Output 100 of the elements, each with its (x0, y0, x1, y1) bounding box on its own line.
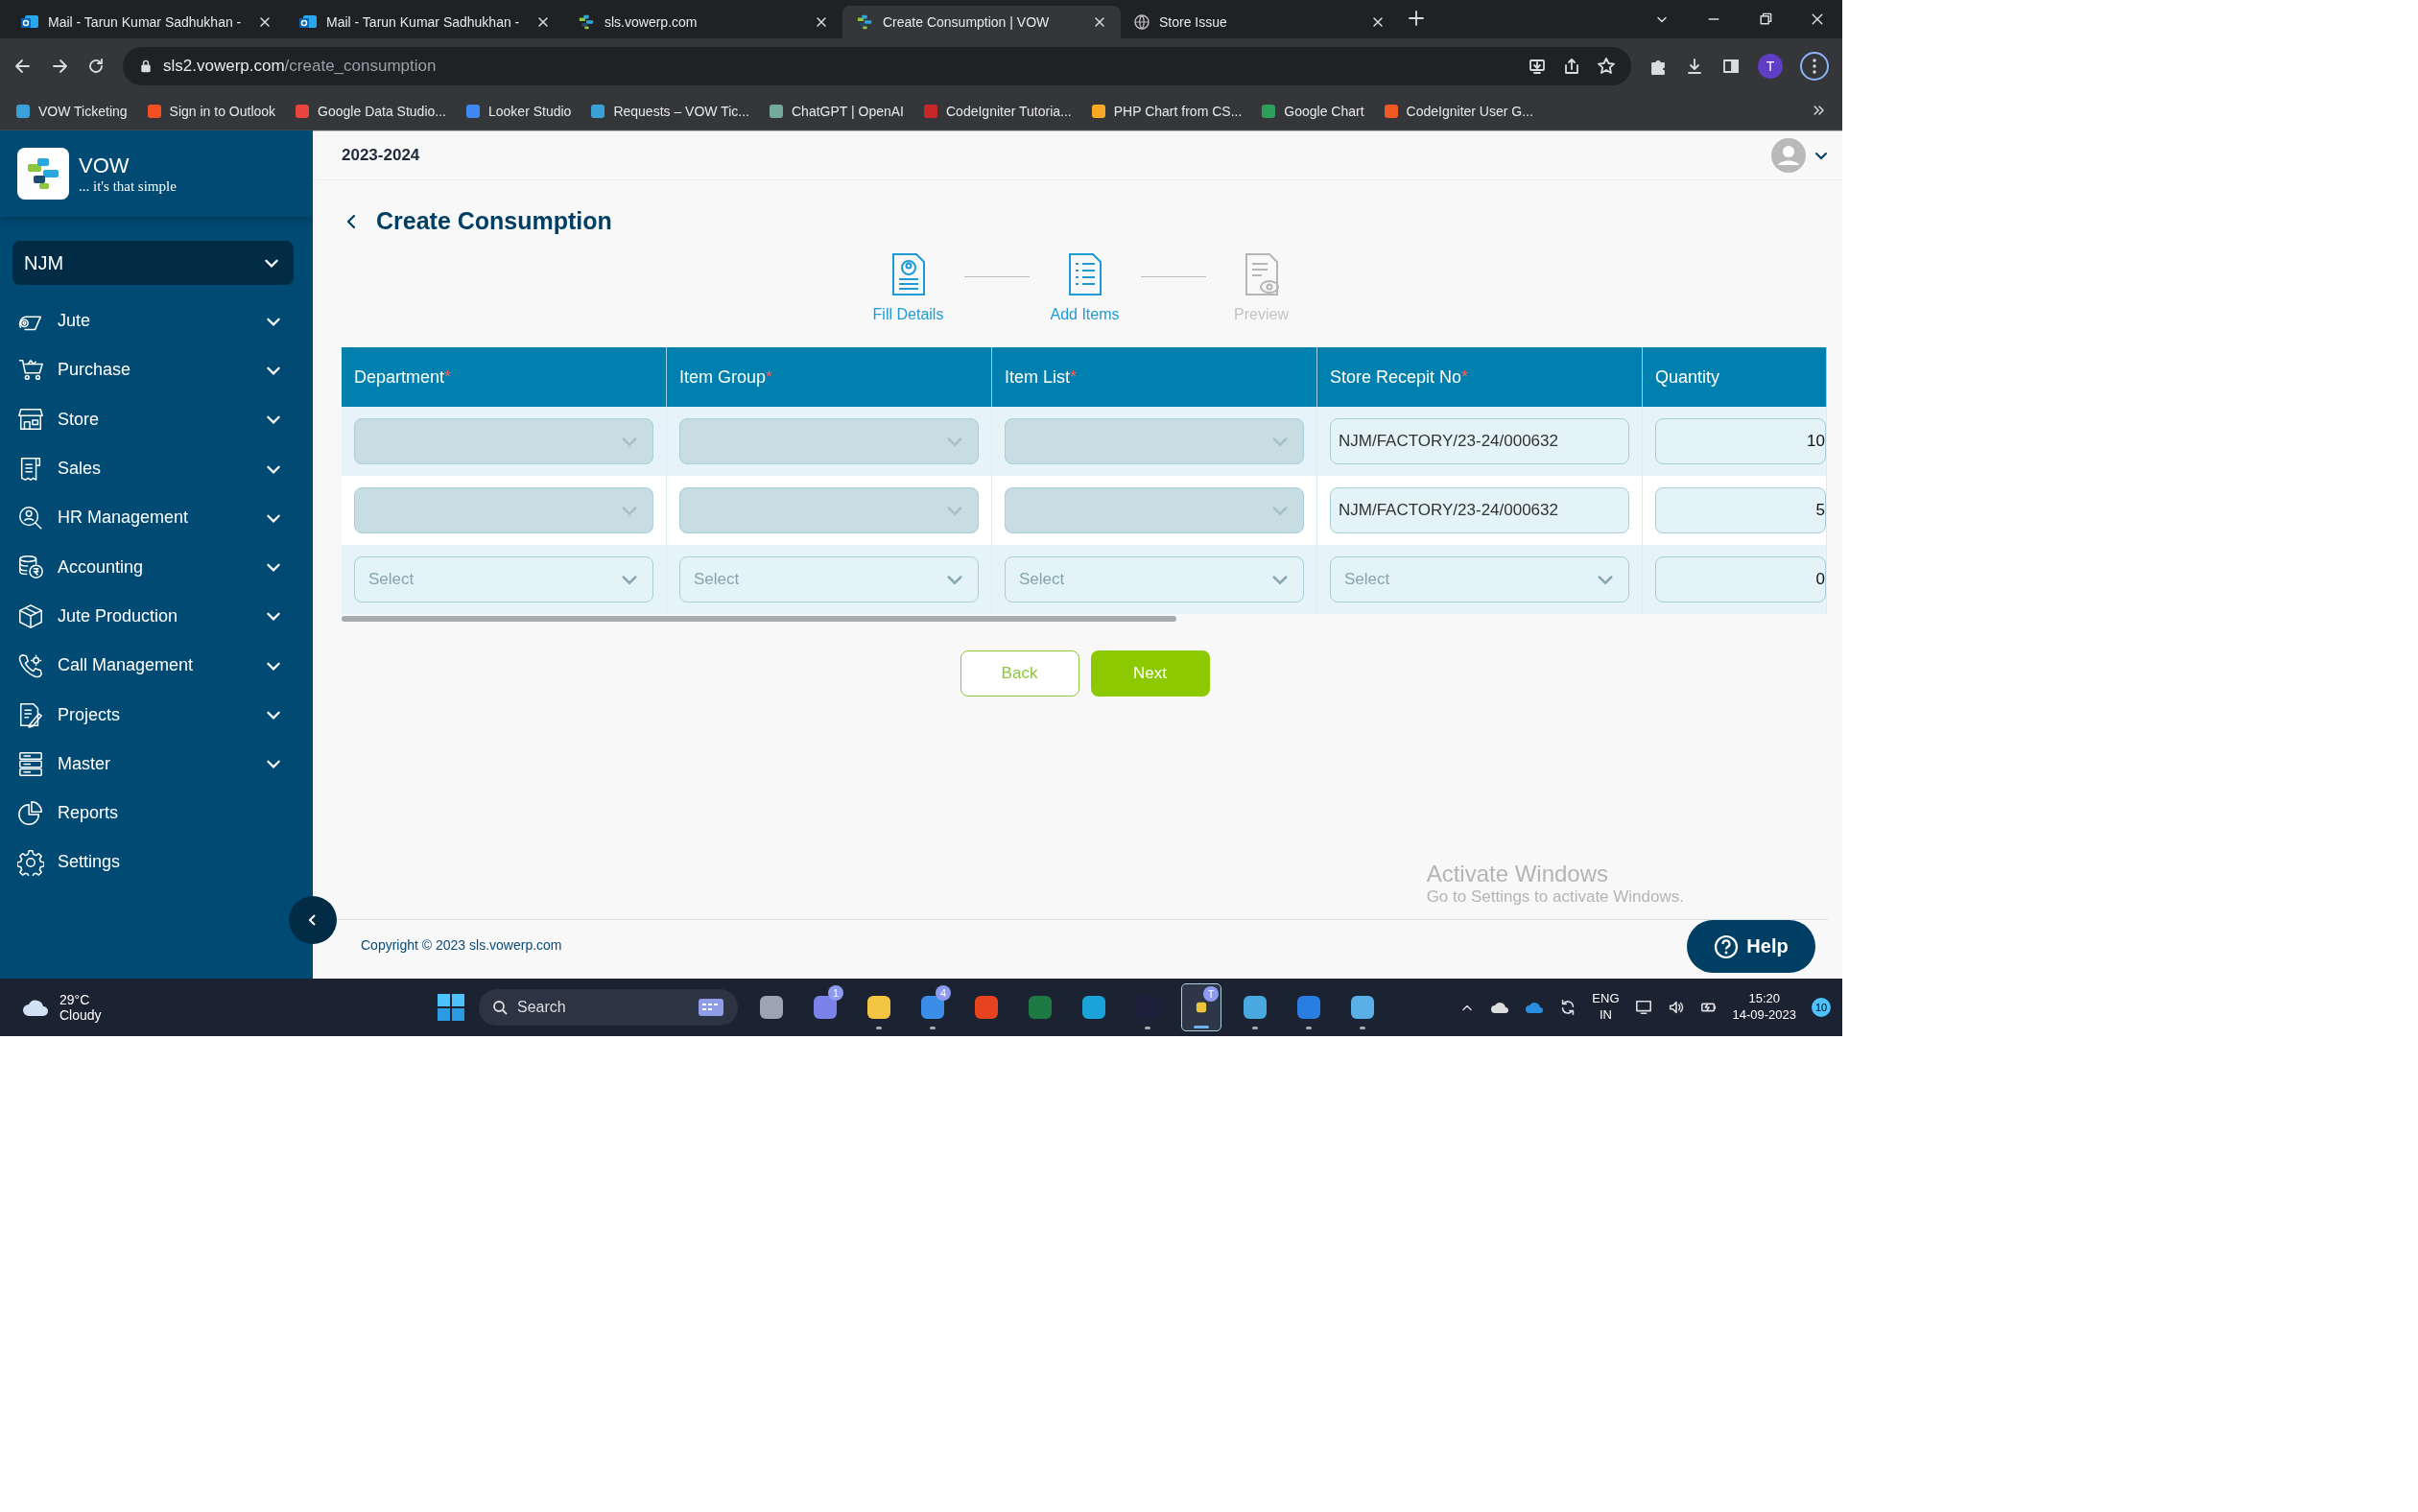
required-mark: * (1461, 366, 1469, 388)
search-icon (492, 1000, 508, 1015)
server-icon (17, 750, 44, 778)
required-mark: * (444, 366, 452, 388)
mail-icon (21, 14, 38, 30)
user-search-icon (17, 504, 44, 532)
notification-badge: 1 (828, 985, 843, 1001)
restore-icon[interactable] (1758, 12, 1773, 27)
help-button[interactable]: Help (1687, 920, 1815, 973)
browser-tab[interactable]: Create Consumption | VOW (842, 6, 1121, 38)
mail-icon (299, 14, 317, 30)
notification-count[interactable]: 10 (1812, 998, 1831, 1017)
logo-icon (578, 13, 595, 31)
logo-icon (856, 13, 873, 31)
coins-icon (17, 554, 44, 581)
column-header: Department* (342, 347, 667, 407)
step-label: Add Items (1050, 306, 1120, 323)
sidebar-item[interactable]: Accounting (0, 542, 313, 592)
column-header: Quantity (1643, 347, 1827, 407)
notification-badge: T (1203, 986, 1219, 1002)
bookmark[interactable]: Looker Studio (465, 104, 572, 119)
text-field[interactable]: NJM/FACTORY/23-24/000632 (1330, 418, 1629, 464)
cloud-icon (1525, 1001, 1545, 1014)
menu-icon[interactable] (1800, 51, 1829, 81)
sidebar-item[interactable]: Settings (0, 838, 313, 887)
cloud-icon (1490, 1001, 1510, 1014)
browser-tab[interactable]: Store Issue (1121, 6, 1399, 38)
sidebar-item[interactable]: Jute Production (0, 591, 313, 642)
sidebar-item[interactable]: Reports (0, 788, 313, 839)
column-header: Item Group* (667, 347, 992, 407)
bookmark[interactable]: ChatGPT | OpenAI (769, 104, 904, 119)
quantity-field[interactable]: 10 (1655, 418, 1826, 464)
bookmark[interactable]: CodeIgniter Tutoria... (923, 104, 1072, 119)
close-icon[interactable] (1370, 14, 1386, 30)
sidebar-item[interactable]: Projects (0, 690, 313, 740)
phone-icon (17, 651, 44, 679)
temperature: 29°C (59, 992, 91, 1007)
reload-icon[interactable] (86, 56, 106, 76)
sidebar-item[interactable]: Master (0, 739, 313, 789)
required-mark: * (1070, 366, 1078, 388)
close-icon[interactable] (1092, 14, 1107, 30)
profile-avatar[interactable]: T (1758, 53, 1783, 79)
sidebar-item[interactable]: Jute (0, 296, 313, 346)
box-icon (17, 602, 44, 630)
new-tab-icon[interactable] (1407, 8, 1426, 28)
quantity-field[interactable]: 5 (1655, 487, 1826, 533)
company-selector[interactable]: NJM (12, 241, 294, 285)
volume-icon[interactable] (1667, 999, 1685, 1016)
monitor-icon[interactable] (1634, 999, 1652, 1016)
address-bar[interactable]: sls2.vowerp.com/create_consumption (123, 46, 1631, 85)
settings-icon (17, 848, 44, 876)
lock-icon[interactable] (138, 58, 154, 74)
quantity-field[interactable]: 0 (1655, 556, 1826, 602)
globe-icon (1134, 14, 1150, 30)
close-icon[interactable] (257, 14, 273, 30)
text-field[interactable]: NJM/FACTORY/23-24/000632 (1330, 487, 1629, 533)
bookmark[interactable]: Requests – VOW Tic... (590, 104, 749, 119)
activation-title: Activate Windows (1426, 861, 1610, 887)
start-icon[interactable] (437, 993, 465, 1022)
input-language[interactable]: ENG IN (1592, 991, 1620, 1024)
bookmark[interactable]: VOW Ticketing (15, 104, 128, 119)
help-icon (1714, 933, 1740, 959)
bookmark[interactable]: CodeIgniter User G... (1383, 104, 1533, 119)
page-title: Create Consumption (376, 207, 612, 235)
sidebar-item[interactable]: HR Management (0, 493, 313, 543)
bookmark[interactable]: Google Data Studio... (295, 104, 446, 119)
bookmark[interactable]: PHP Chart from CS... (1090, 104, 1243, 119)
weather-condition: Cloudy (59, 1007, 102, 1023)
star-icon[interactable] (1597, 56, 1616, 76)
column-header: Store Recepit No* (1317, 347, 1643, 407)
copyright-text: Copyright © 2023 sls.vowerp.com (361, 936, 562, 953)
required-mark: * (766, 366, 773, 388)
financial-year: 2023-2024 (342, 146, 420, 165)
taskbar-search[interactable]: Search (479, 989, 738, 1026)
document-icon (17, 701, 44, 728)
scrollbar[interactable] (342, 616, 1176, 622)
close-icon[interactable] (1810, 12, 1825, 27)
sidebar-item[interactable]: Call Management (0, 641, 313, 691)
close-icon[interactable] (535, 14, 551, 30)
column-header: Item List* (992, 347, 1317, 407)
bookmark[interactable]: Sign in to Outlook (146, 104, 276, 119)
brand-name: VOW (79, 153, 130, 178)
download-icon[interactable] (1685, 56, 1704, 76)
user-avatar-icon (1771, 138, 1806, 173)
step-label: Fill Details (872, 306, 944, 323)
close-icon[interactable] (814, 14, 829, 30)
sidebar-item[interactable]: Purchase (0, 345, 313, 395)
browser-tab[interactable]: sls.vowerp.com (564, 6, 842, 38)
share-icon[interactable] (1562, 56, 1581, 76)
brand-tagline: ... it's that simple (79, 177, 177, 195)
sidebar-item[interactable]: Store (0, 394, 313, 444)
browser-tab[interactable]: Mail - Tarun Kumar Sadhukhan - (286, 6, 564, 38)
bookmark[interactable]: Google Chart (1261, 104, 1364, 119)
notification-badge: 4 (936, 985, 951, 1001)
calendar-icon (698, 997, 724, 1018)
clock[interactable]: 15:20 14-09-2023 (1732, 991, 1796, 1024)
pie-chart-icon (17, 799, 44, 827)
sidebar-item[interactable]: Sales (0, 443, 313, 494)
activation-hint: Go to Settings to activate Windows. (1426, 887, 1684, 907)
browser-tab[interactable]: Mail - Tarun Kumar Sadhukhan - (8, 6, 286, 38)
